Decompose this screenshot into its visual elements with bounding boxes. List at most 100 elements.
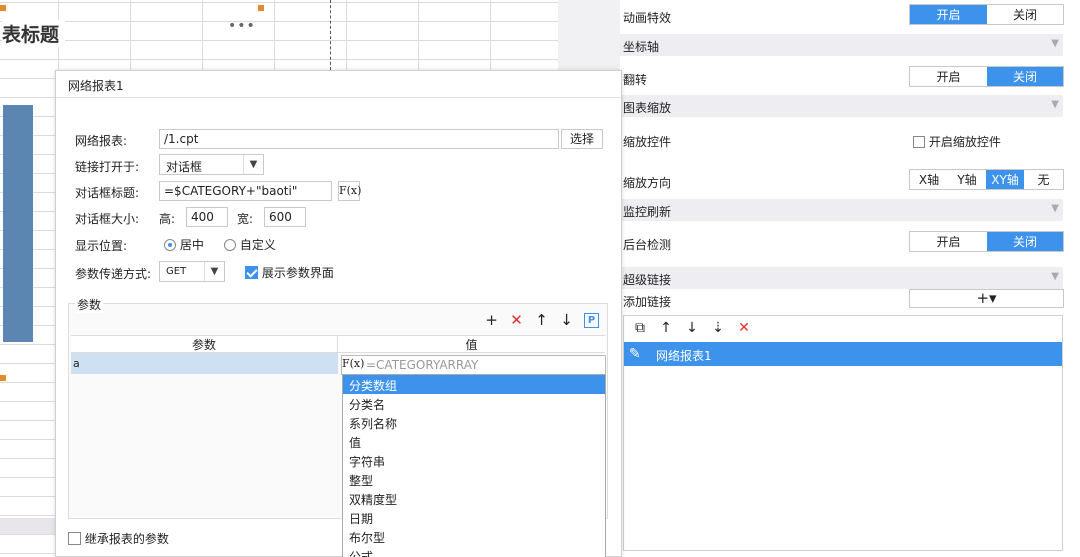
background-check-row: 后台检测 开启 关闭 (620, 231, 1064, 255)
params-table-header: 参数 值 (71, 335, 605, 353)
chevron-down-icon[interactable]: ▼ (1051, 271, 1059, 282)
hyperlink-item[interactable]: ✎ 网络报表1 (624, 342, 1062, 366)
zoom-section[interactable]: 图表缩放 ▼ (620, 95, 1063, 117)
chevron-down-icon[interactable]: ▼ (204, 262, 224, 281)
width-input[interactable]: 600 (264, 207, 306, 227)
radio-icon[interactable] (224, 238, 236, 251)
resize-handle[interactable] (0, 375, 6, 381)
value-column-header: 值 (465, 337, 478, 352)
move-down-icon[interactable]: ↓ (684, 320, 700, 336)
checkbox-icon[interactable] (68, 532, 81, 545)
position-center-label: 居中 (179, 238, 204, 252)
zoom-none-option[interactable]: 无 (1024, 170, 1063, 189)
zoom-section-label: 图表缩放 (623, 101, 672, 115)
flip-off-option[interactable]: 关闭 (987, 67, 1063, 86)
monitor-section[interactable]: 监控刷新 ▼ (620, 199, 1063, 221)
param-value-text[interactable]: =CATEGORYARRAY (366, 358, 478, 372)
zoom-control-checkbox[interactable]: 开启缩放控件 (913, 133, 1001, 150)
height-input[interactable]: 400 (186, 207, 228, 227)
show-params-label: 展示参数界面 (261, 266, 334, 280)
zoom-xy-option[interactable]: XY轴 (986, 170, 1024, 189)
open-in-select[interactable]: 对话框 ▼ (159, 154, 264, 175)
panel-scrollbar[interactable] (1064, 0, 1080, 557)
hyperlink-item-label: 网络报表1 (656, 349, 712, 363)
background-check-off-option[interactable]: 关闭 (987, 232, 1063, 251)
chevron-down-icon[interactable]: ▼ (1051, 99, 1059, 110)
move-up-icon[interactable]: ↑ (658, 320, 674, 336)
param-value-cell[interactable]: F(x) =CATEGORYARRAY (341, 355, 606, 375)
resize-handle[interactable] (0, 5, 6, 11)
inherit-params-label: 继承报表的参数 (84, 532, 169, 546)
more-icon[interactable]: ••• (228, 18, 256, 34)
params-toolbar: + ✕ ↑ ↓ P (484, 311, 599, 329)
param-icon[interactable]: P (584, 312, 599, 328)
hyperlink-dialog: 网络报表1 网络报表: /1.cpt 选择 链接打开于: 对话框 ▼ 对话框标题… (55, 70, 622, 557)
animation-row: 动画特效 开启 关闭 (620, 4, 1064, 28)
flip-toggle[interactable]: 开启 关闭 (909, 66, 1064, 87)
background-check-on-option[interactable]: 开启 (910, 232, 987, 251)
delete-icon[interactable]: ✕ (736, 320, 752, 336)
report-path-input[interactable]: /1.cpt (159, 129, 559, 149)
animation-off-option[interactable]: 关闭 (987, 5, 1063, 24)
dialog-title-label: 对话框标题: (75, 186, 140, 200)
move-up-icon[interactable]: ↑ (534, 311, 549, 329)
flip-row: 翻转 开启 关闭 (620, 66, 1064, 90)
hyperlink-section-label: 超级链接 (623, 273, 672, 287)
dropdown-option[interactable]: 双精度型 (343, 489, 605, 508)
position-center-radio[interactable]: 居中 (164, 236, 204, 253)
move-down-icon[interactable]: ↓ (559, 311, 574, 329)
dialog-title: 网络报表1 (68, 79, 124, 93)
add-icon[interactable]: + (484, 311, 499, 329)
axis-section[interactable]: 坐标轴 ▼ (620, 34, 1063, 56)
chevron-down-icon[interactable]: ▼ (1051, 203, 1059, 214)
param-name-cell[interactable]: a (71, 353, 338, 374)
select-report-button[interactable]: 选择 (561, 129, 603, 149)
chevron-down-icon[interactable]: ▼ (1051, 38, 1059, 49)
formula-icon[interactable]: F(x) (342, 356, 364, 374)
delete-icon[interactable]: ✕ (509, 311, 524, 329)
show-params-checkbox[interactable]: 展示参数界面 (245, 264, 334, 281)
position-custom-radio[interactable]: 自定义 (224, 236, 276, 253)
inherit-params-checkbox[interactable]: 继承报表的参数 (68, 530, 169, 547)
dropdown-option[interactable]: 公式 (343, 546, 605, 557)
background-check-toggle[interactable]: 开启 关闭 (909, 231, 1064, 252)
checkbox-icon[interactable] (913, 135, 925, 148)
dialog-title-input[interactable]: =$CATEGORY+"baoti" (159, 181, 332, 201)
pass-method-label: 参数传递方式: (75, 267, 152, 281)
dropdown-option[interactable]: 布尔型 (343, 527, 605, 546)
param-column-header: 参数 (71, 336, 338, 352)
copy-icon[interactable]: ⧉ (632, 320, 648, 336)
zoom-direction-toggle[interactable]: X轴 Y轴 XY轴 无 (909, 169, 1064, 190)
hyperlink-section[interactable]: 超级链接 ▼ (620, 267, 1063, 289)
dropdown-option[interactable]: 分类数组 (343, 375, 605, 394)
chevron-down-icon[interactable]: ▼ (243, 155, 263, 174)
move-bottom-icon[interactable]: ⇣ (710, 320, 726, 336)
animation-toggle[interactable]: 开启 关闭 (909, 4, 1064, 25)
animation-on-option[interactable]: 开启 (910, 5, 987, 24)
add-link-row: 添加链接 +▾ (620, 288, 1064, 312)
resize-handle[interactable] (258, 5, 264, 11)
sheet-title: 表标题 (2, 20, 66, 47)
animation-label: 动画特效 (623, 11, 672, 25)
dropdown-option[interactable]: 整型 (343, 470, 605, 489)
dropdown-option[interactable]: 分类名 (343, 394, 605, 413)
position-custom-label: 自定义 (239, 238, 276, 252)
pencil-icon[interactable]: ✎ (629, 346, 641, 362)
pass-method-select[interactable]: GET ▼ (159, 261, 225, 282)
radio-selected-icon[interactable] (164, 238, 176, 251)
zoom-control-checkbox-label: 开启缩放控件 (928, 135, 1001, 149)
dropdown-option[interactable]: 字符串 (343, 451, 605, 470)
value-type-dropdown: 分类数组 分类名 系列名称 值 字符串 整型 双精度型 日期 布尔型 公式 (342, 374, 606, 557)
checkbox-checked-icon[interactable] (245, 266, 258, 279)
dropdown-option[interactable]: 值 (343, 432, 605, 451)
add-link-label: 添加链接 (623, 295, 672, 309)
dropdown-option[interactable]: 日期 (343, 508, 605, 527)
flip-on-option[interactable]: 开启 (910, 67, 987, 86)
add-link-button[interactable]: +▾ (909, 289, 1064, 308)
dropdown-option[interactable]: 系列名称 (343, 413, 605, 432)
zoom-y-option[interactable]: Y轴 (948, 170, 986, 189)
formula-icon[interactable]: F(x) (338, 181, 361, 201)
zoom-direction-label: 缩放方向 (623, 176, 672, 190)
flip-label: 翻转 (623, 73, 648, 87)
zoom-x-option[interactable]: X轴 (910, 170, 948, 189)
